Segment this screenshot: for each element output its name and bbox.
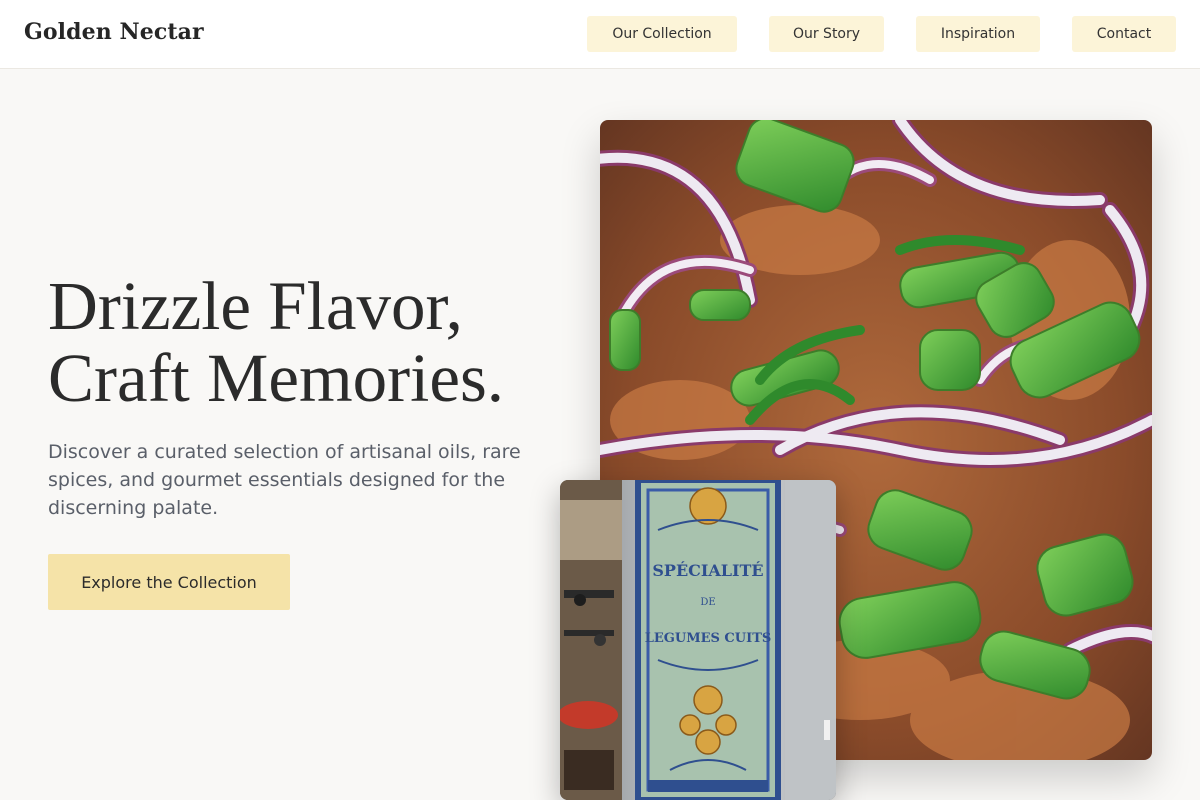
nav-our-collection[interactable]: Our Collection [587,16,737,52]
hero-title: Drizzle Flavor, Craft Memories. [48,270,588,414]
nav-contact[interactable]: Contact [1072,16,1176,52]
hero-description: Discover a curated selection of artisana… [48,441,521,519]
sign-text-legumes-cuits: LEGUMES CUITS [645,631,772,646]
brand-logo[interactable]: Golden Nectar [24,19,204,45]
nav-inspiration[interactable]: Inspiration [916,16,1040,52]
nav-our-story[interactable]: Our Story [769,16,884,52]
sign-text-specialite: SPÉCIALITÉ [652,560,763,580]
shop-window-photo: SPÉCIALITÉ DE LEGUMES CUITS [560,480,836,800]
top-navigation-bar: Golden Nectar Our Collection Our Story I… [0,0,1200,69]
explore-collection-button[interactable]: Explore the Collection [48,554,290,610]
hero-title-line-2: Craft Memories. [48,340,505,416]
shop-window-illustration: SPÉCIALITÉ DE LEGUMES CUITS [560,480,836,800]
hero-title-line-1: Drizzle Flavor, [48,268,463,344]
sign-text-de: DE [700,597,715,608]
